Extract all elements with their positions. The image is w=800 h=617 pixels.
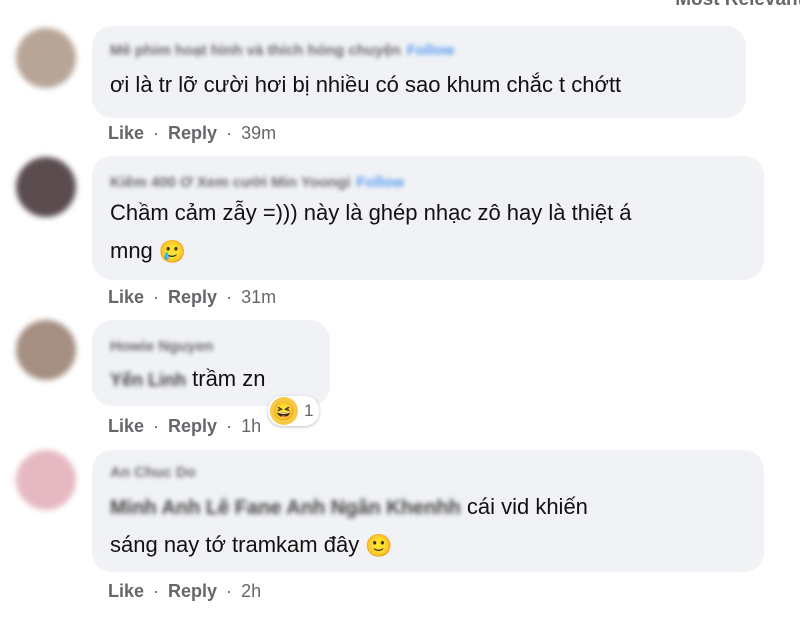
comment-actions: Like · Reply · 39m: [108, 123, 277, 143]
timestamp[interactable]: 39m: [241, 123, 276, 143]
haha-reaction-icon: 😆: [270, 397, 298, 425]
crying-smile-emoji-icon: 🥲: [158, 239, 187, 265]
like-button[interactable]: Like: [108, 287, 144, 307]
commenter-name[interactable]: An Chuc Do: [110, 464, 196, 481]
comment-actions: Like · Reply · 1h: [108, 416, 262, 436]
avatar[interactable]: [16, 320, 76, 380]
comment-text-line-2-text: mng: [110, 238, 153, 263]
comment-text-line-1: Chầm cảm zẫy =))) này là ghép nhạc zô ha…: [110, 200, 632, 225]
commenter-name[interactable]: Mê phim hoạt hình và thích hóng chuyện Fo…: [110, 42, 454, 59]
comment-actions: Like · Reply · 31m: [108, 287, 277, 307]
commenter-name-text[interactable]: Howie Nguyen: [110, 338, 213, 355]
follow-link[interactable]: Follow: [357, 174, 405, 191]
comment-bubble: Kiêm 400 Ơ Xem cười Min Yoongi Follow Chầ…: [92, 156, 764, 280]
comment-bubble: Howie Nguyen Yến Linh trầm zn: [92, 320, 330, 406]
mention-link[interactable]: Yến Linh: [110, 370, 186, 390]
follow-link[interactable]: Follow: [407, 42, 455, 59]
reply-button[interactable]: Reply: [168, 123, 217, 143]
comment-text-body: trầm zn: [192, 366, 266, 391]
commenter-name-text[interactable]: An Chuc Do: [110, 464, 196, 481]
commenter-name-text[interactable]: Kiêm 400 Ơ Xem cười Min Yoongi: [110, 174, 351, 191]
mention-link[interactable]: Minh Anh Lê Fane Anh Ngân Khenhh: [110, 497, 461, 519]
like-button[interactable]: Like: [108, 581, 144, 601]
avatar[interactable]: [16, 157, 76, 217]
timestamp[interactable]: 1h: [241, 416, 261, 436]
commenter-name-text[interactable]: Mê phim hoạt hình và thích hóng chuyện: [110, 42, 401, 59]
comment-text: Yến Linh trầm zn: [110, 360, 265, 399]
sort-dropdown[interactable]: Most Relevant: [675, 0, 800, 11]
comment-text-line-2-text: sáng nay tớ tramkam đây: [110, 532, 360, 557]
like-button[interactable]: Like: [108, 123, 144, 143]
smile-emoji-icon: 🙂: [365, 533, 393, 559]
comment-text-line-2: mng 🥲: [110, 232, 186, 271]
timestamp[interactable]: 2h: [241, 581, 261, 601]
comment-text-line-1: Minh Anh Lê Fane Anh Ngân Khenhh cái vid…: [110, 488, 588, 527]
reaction-summary[interactable]: 😆 1: [268, 396, 320, 426]
commenter-name[interactable]: Kiêm 400 Ơ Xem cười Min Yoongi Follow: [110, 174, 404, 191]
commenter-name[interactable]: Howie Nguyen: [110, 338, 213, 355]
avatar[interactable]: [16, 450, 76, 510]
comment-bubble: Mê phim hoạt hình và thích hóng chuyện Fo…: [92, 26, 746, 118]
comment-bubble: An Chuc Do Minh Anh Lê Fane Anh Ngân Khe…: [92, 450, 764, 572]
reply-button[interactable]: Reply: [168, 581, 217, 601]
reply-button[interactable]: Reply: [168, 416, 217, 436]
comment-text-line-1-text: cái vid khiến: [466, 494, 588, 519]
avatar[interactable]: [16, 28, 76, 88]
reaction-count: 1: [304, 401, 314, 420]
like-button[interactable]: Like: [108, 416, 144, 436]
comment-actions: Like · Reply · 2h: [108, 581, 262, 601]
reply-button[interactable]: Reply: [168, 287, 217, 307]
comment-text: ơi là tr lỡ cười hơi bị nhiều có sao khu…: [110, 72, 622, 97]
comment-text-line-2: sáng nay tớ tramkam đây 🙂: [110, 526, 393, 565]
timestamp[interactable]: 31m: [241, 287, 276, 307]
